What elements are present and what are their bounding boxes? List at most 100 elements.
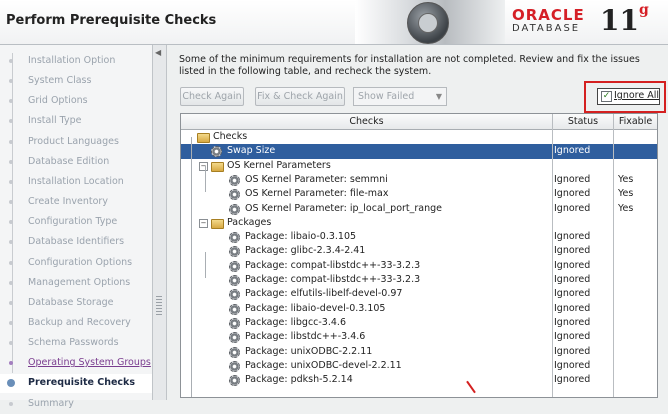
- filter-select-value: Show Failed: [358, 91, 415, 102]
- check-fixable: Yes: [618, 202, 634, 214]
- sidebar-item-label: Backup and Recovery: [28, 316, 131, 328]
- step-status-icon: [6, 399, 16, 409]
- table-row[interactable]: Package: elfutils-libelf-devel-0.97 Ignor…: [181, 287, 657, 301]
- page-title: Perform Prerequisite Checks: [6, 13, 217, 28]
- sidebar-item-label: Configuration Type: [28, 216, 118, 228]
- step-status-icon: [6, 177, 16, 187]
- table-row[interactable]: − OS Kernel Parameters: [181, 159, 657, 173]
- sidebar-item: Create Inventory: [0, 193, 152, 212]
- check-status: Ignored: [554, 202, 591, 214]
- table-row[interactable]: Package: pdksh-5.2.14 Ignored: [181, 373, 657, 387]
- filter-select[interactable]: Show Failed ▼: [353, 87, 447, 106]
- table-row[interactable]: Package: glibc-2.3.4-2.41 Ignored: [181, 244, 657, 258]
- table-row[interactable]: Package: compat-libstdc++-33-3.2.3 Ignore…: [181, 273, 657, 287]
- gear-icon: [229, 332, 240, 344]
- sidebar-item: Grid Options: [0, 92, 152, 111]
- column-header-fixable[interactable]: Fixable: [614, 114, 657, 129]
- step-status-icon: [6, 217, 16, 227]
- requirements-message: Some of the minimum requirements for ins…: [179, 54, 640, 77]
- window-header: Perform Prerequisite Checks ORACLE DATAB…: [0, 0, 668, 45]
- sidebar-item-label: Install Type: [28, 115, 82, 127]
- sidebar-item-label[interactable]: Operating System Groups: [28, 357, 151, 368]
- check-name: OS Kernel Parameter: semmni: [245, 173, 388, 185]
- splitter-grip-icon[interactable]: [156, 295, 162, 315]
- sidebar-item: Schema Passwords: [0, 334, 152, 353]
- ignore-all-label[interactable]: Ignore All: [614, 90, 659, 101]
- oracle-logo: ORACLE DATABASE 11g: [512, 2, 649, 37]
- table-row[interactable]: Package: libgcc-3.4.6 Ignored: [181, 316, 657, 330]
- sidebar-splitter[interactable]: ◀: [152, 45, 167, 400]
- check-status: Ignored: [554, 331, 591, 343]
- sidebar-item-label: Database Edition: [28, 155, 110, 167]
- step-status-icon: [6, 258, 16, 268]
- table-row[interactable]: Swap Size Ignored: [181, 144, 657, 159]
- column-divider-fixable: [613, 129, 614, 397]
- sidebar-item: Install Type: [0, 112, 152, 131]
- step-status-icon: [6, 96, 16, 106]
- check-status: Ignored: [554, 259, 591, 271]
- check-status: Ignored: [554, 231, 591, 243]
- gear-icon: [229, 246, 240, 258]
- table-row[interactable]: Package: compat-libstdc++-33-3.2.3 Ignore…: [181, 259, 657, 273]
- gear-icon: [211, 146, 222, 158]
- check-name: Package: glibc-2.3.4-2.41: [245, 245, 366, 257]
- step-status-icon: [6, 137, 16, 147]
- gear-icon: [229, 260, 240, 272]
- checks-table: Checks Status Fixable Checks Swap Size Ign…: [180, 113, 658, 398]
- check-name: Package: pdksh-5.2.14: [245, 374, 353, 386]
- check-again-button[interactable]: Check Again: [180, 87, 244, 106]
- check-status: Ignored: [554, 374, 591, 386]
- table-row[interactable]: OS Kernel Parameter: ip_local_port_range…: [181, 202, 657, 216]
- step-status-icon: [6, 358, 16, 368]
- check-name: Package: compat-libstdc++-33-3.2.3: [245, 274, 421, 285]
- table-row[interactable]: Package: unixODBC-2.2.11 Ignored: [181, 345, 657, 359]
- gear-icon: [229, 289, 240, 301]
- table-row[interactable]: Package: libaio-devel-0.3.105 Ignored: [181, 302, 657, 316]
- check-name: OS Kernel Parameter: file-max: [245, 188, 389, 200]
- check-status: Ignored: [554, 288, 591, 300]
- check-status: Ignored: [554, 316, 591, 328]
- sidebar-item-label: Management Options: [28, 276, 131, 288]
- sidebar-item: Configuration Options: [0, 254, 152, 273]
- sidebar-item: Database Storage: [0, 294, 152, 313]
- sidebar-item-label: System Class: [28, 75, 92, 87]
- database-disk-icon: [407, 2, 449, 44]
- folder-icon: [211, 161, 224, 172]
- gear-icon: [229, 303, 240, 315]
- sidebar-item: System Class: [0, 72, 152, 91]
- table-row[interactable]: Package: libstdc++-3.4.6 Ignored: [181, 330, 657, 344]
- sidebar-item-label: Database Storage: [28, 296, 114, 308]
- sidebar-item-label: Schema Passwords: [28, 337, 119, 349]
- tree-collapse-icon[interactable]: −: [199, 161, 208, 171]
- sidebar-item-label: Database Identifiers: [28, 236, 125, 248]
- table-row[interactable]: Checks: [181, 130, 657, 144]
- table-row[interactable]: − Packages: [181, 216, 657, 230]
- gear-icon: [229, 232, 240, 244]
- column-header-status[interactable]: Status: [553, 114, 614, 129]
- main-panel: Some of the minimum requirements for ins…: [166, 45, 668, 400]
- table-row[interactable]: OS Kernel Parameter: semmni Ignored Yes: [181, 173, 657, 187]
- step-status-icon: [6, 76, 16, 86]
- step-status-icon: [6, 378, 16, 388]
- step-status-icon: [6, 237, 16, 247]
- check-status: Ignored: [554, 145, 591, 157]
- sidebar-item: Installation Option: [0, 52, 152, 71]
- check-name: Package: elfutils-libelf-devel-0.97: [245, 288, 403, 300]
- logo-version: 11g: [600, 2, 649, 37]
- table-row[interactable]: Package: unixODBC-devel-2.2.11 Ignored: [181, 359, 657, 373]
- logo-database-text: DATABASE: [512, 23, 581, 34]
- table-row[interactable]: Package: libaio-0.3.105 Ignored: [181, 230, 657, 244]
- chevron-down-icon: ▼: [435, 92, 442, 101]
- ignore-all-checkbox[interactable]: ✓ Ignore All: [597, 88, 660, 105]
- tree-collapse-icon[interactable]: −: [199, 218, 208, 228]
- sidebar-item[interactable]: Operating System Groups: [0, 354, 152, 373]
- step-status-icon: [6, 298, 16, 308]
- checkbox-check-icon[interactable]: ✓: [601, 91, 612, 102]
- sidebar-item-label: Create Inventory: [28, 196, 108, 208]
- folder-icon: [197, 133, 210, 143]
- collapse-arrow-icon[interactable]: ◀: [155, 48, 161, 57]
- check-fixable: Yes: [618, 188, 634, 200]
- fix-check-again-button[interactable]: Fix & Check Again: [255, 87, 345, 106]
- table-row[interactable]: OS Kernel Parameter: file-max Ignored Yes: [181, 187, 657, 201]
- column-header-checks[interactable]: Checks: [181, 114, 553, 129]
